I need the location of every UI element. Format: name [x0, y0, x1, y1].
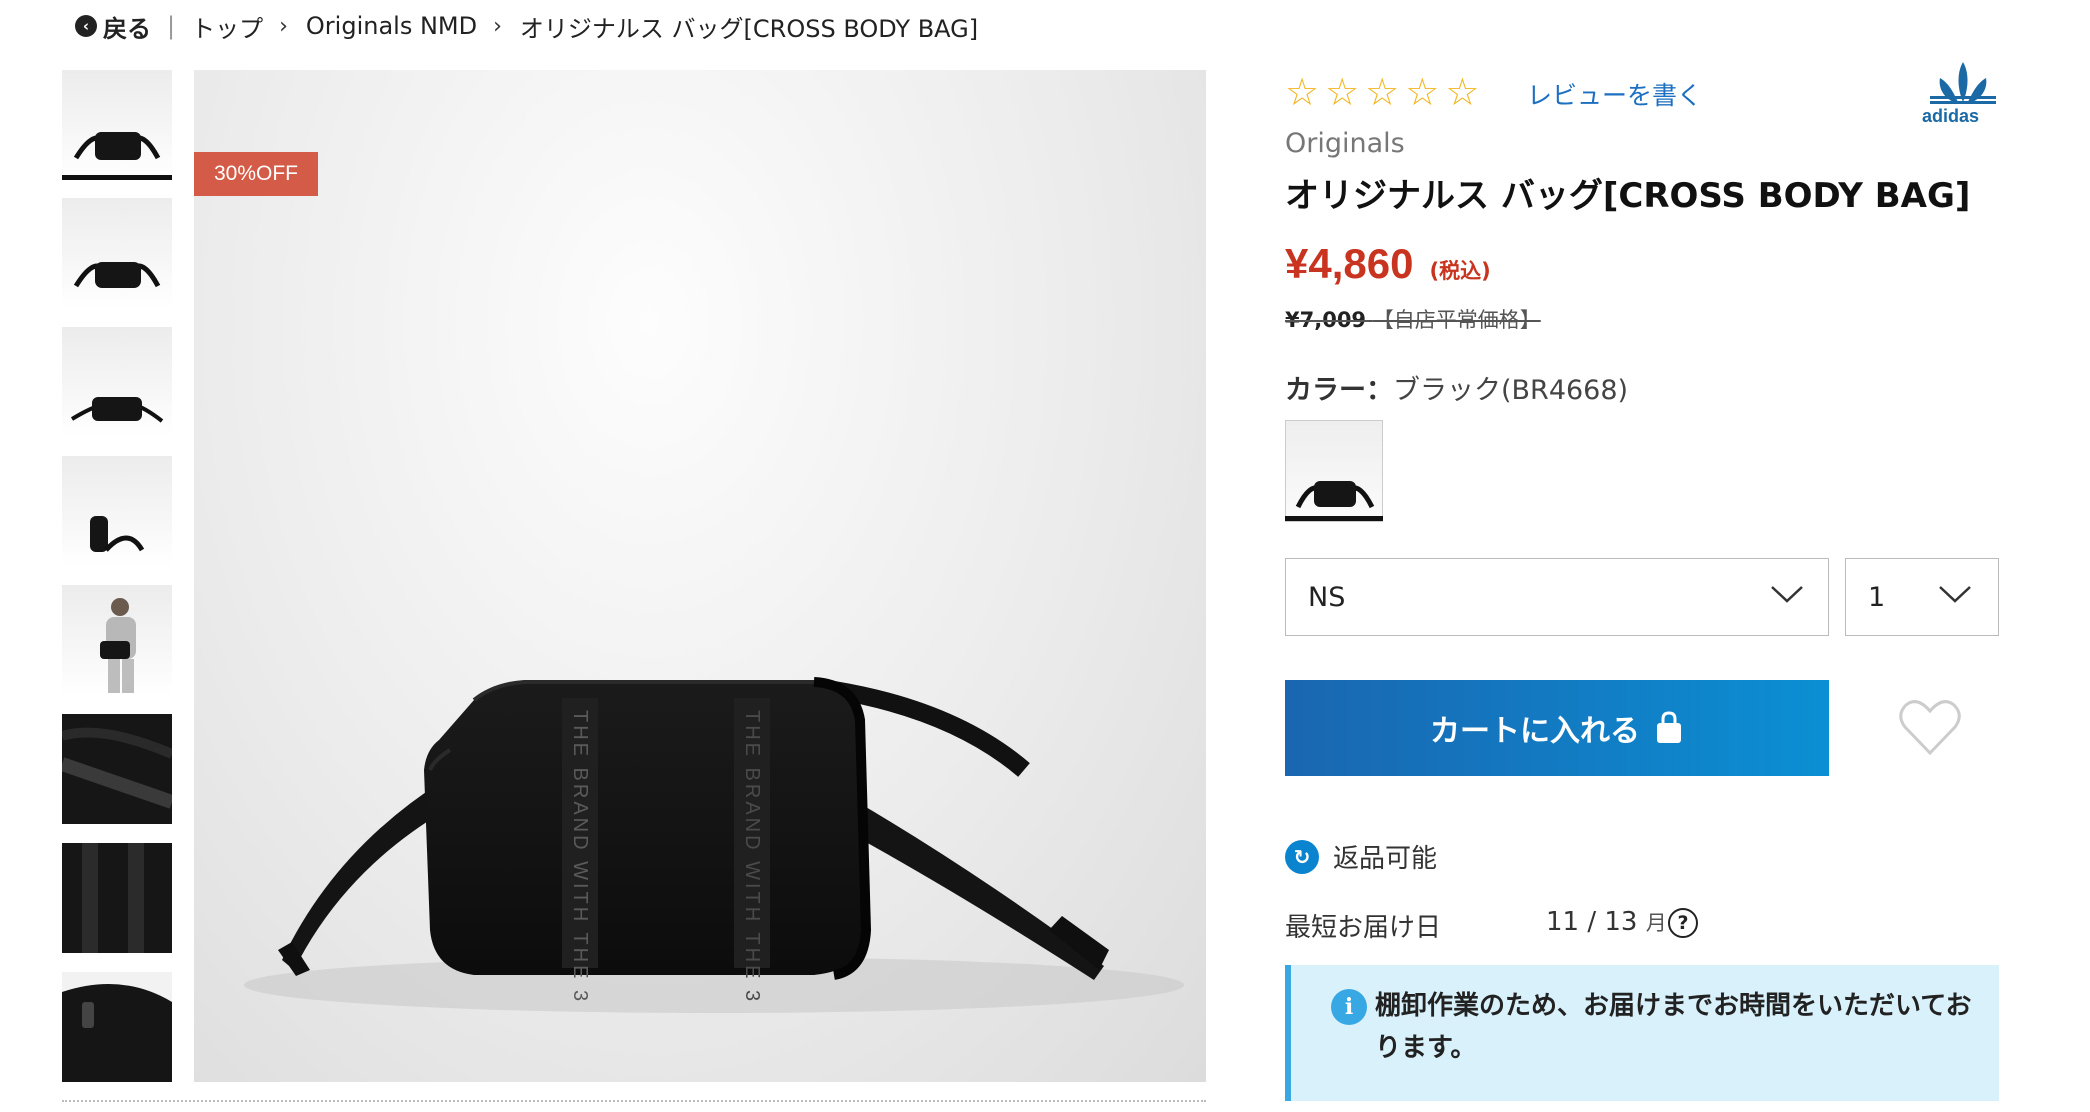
bag-back-image: [70, 397, 164, 423]
bag-illustration: THE BRAND WITH THE 3 THE BRAND WITH THE …: [244, 677, 1184, 1013]
info-icon: i: [1331, 989, 1367, 1025]
star-outline-icon[interactable]: ☆: [1285, 72, 1319, 112]
question-mark-icon[interactable]: ?: [1668, 908, 1698, 938]
thumbnail-5[interactable]: [62, 585, 172, 695]
strap-detail-image: [62, 727, 172, 809]
thumbnail-4[interactable]: [62, 456, 172, 566]
delivery-weekday: 月: [1645, 911, 1667, 935]
sale-price: ¥4,860: [1285, 240, 1414, 287]
original-price-note: 【自店平常価格】: [1372, 308, 1541, 332]
tax-note: (税込): [1429, 259, 1491, 283]
model-wearing-image: [100, 598, 136, 693]
color-value: ブラック(BR4668): [1393, 375, 1629, 406]
notice-text: 棚卸作業のため、お届けまでお時間をいただいております。: [1375, 991, 1972, 1063]
add-to-cart-label: カートに入れる: [1430, 714, 1640, 749]
back-arrow-icon[interactable]: ‹: [75, 15, 97, 37]
size-select-value: NS: [1308, 581, 1346, 613]
breadcrumb-divider: |: [167, 12, 176, 40]
delivery-date: 11 / 13 月: [1546, 907, 1667, 937]
write-review-link[interactable]: レビューを書く: [1527, 76, 1702, 112]
brand-name: adidas: [1922, 106, 1980, 126]
breadcrumb-item-category[interactable]: Originals NMD: [306, 12, 477, 40]
chevron-right-icon: ›: [279, 13, 288, 39]
chevron-down-icon: [1771, 586, 1803, 603]
breadcrumb-item-top[interactable]: トップ: [191, 9, 263, 44]
thumbnail-6[interactable]: [62, 714, 172, 824]
returns-label: 返品可能: [1333, 844, 1438, 874]
size-select[interactable]: NS: [1285, 558, 1829, 636]
original-price: ¥7,009: [1285, 308, 1367, 332]
color-info: カラー：ブラック(BR4668): [1285, 368, 1628, 407]
bag-angle-image: [73, 262, 161, 288]
swatch-bag-image: [1295, 481, 1375, 509]
zipper-detail-image: [62, 972, 172, 1082]
price-row: ¥4,860 (税込): [1285, 240, 1491, 288]
star-outline-icon[interactable]: ☆: [1405, 72, 1439, 112]
original-price-row: ¥7,009 【自店平常価格】: [1285, 304, 1541, 334]
color-swatch-black[interactable]: [1285, 420, 1383, 522]
heart-outline-icon[interactable]: [1898, 697, 1962, 757]
breadcrumb: ‹ 戻る | トップ › Originals NMD › オリジナルス バッグ[…: [75, 8, 978, 44]
back-link[interactable]: 戻る: [103, 9, 151, 44]
thumbnail-7[interactable]: [62, 843, 172, 953]
rating-stars[interactable]: ☆ ☆ ☆ ☆ ☆: [1285, 72, 1479, 112]
main-product-image[interactable]: THE BRAND WITH THE 3 THE BRAND WITH THE …: [194, 70, 1206, 1082]
discount-badge: 30%OFF: [194, 152, 318, 196]
delivery-date-value: 11 / 13: [1546, 907, 1638, 937]
thumbnail-8[interactable]: [62, 972, 172, 1082]
swatch-selected-indicator: [1285, 516, 1383, 521]
return-arrow-icon: ↻: [1285, 839, 1319, 874]
returns-info: ↻ 返品可能: [1285, 838, 1437, 875]
delivery-label: 最短お届け日: [1285, 913, 1442, 943]
inventory-notice: i 棚卸作業のため、お届けまでお時間をいただいております。: [1285, 965, 1999, 1101]
quantity-select-value: 1: [1868, 581, 1886, 613]
breadcrumb-item-current: オリジナルス バッグ[CROSS BODY BAG]: [519, 14, 979, 43]
thumbnail-2[interactable]: [62, 198, 172, 308]
chevron-right-icon: ›: [493, 13, 502, 39]
shopping-bag-lock-icon: [1657, 711, 1681, 743]
bag-side-image: [90, 516, 145, 552]
star-outline-icon[interactable]: ☆: [1445, 72, 1479, 112]
bag-print-text-right: THE BRAND WITH THE 3: [741, 710, 763, 1004]
thumbnail-1[interactable]: [62, 70, 172, 180]
quantity-select[interactable]: 1: [1845, 558, 1999, 636]
product-title: オリジナルス バッグ[CROSS BODY BAG]: [1285, 176, 1971, 216]
bag-front-image: [73, 132, 161, 160]
add-to-cart-button[interactable]: カートに入れる: [1285, 680, 1829, 776]
color-label: カラー：: [1285, 375, 1393, 406]
star-outline-icon[interactable]: ☆: [1365, 72, 1399, 112]
bag-print-text-left: THE BRAND WITH THE 3: [569, 710, 591, 1004]
thumbnail-3[interactable]: [62, 327, 172, 437]
chevron-down-icon: [1939, 586, 1971, 603]
product-category: Originals: [1285, 128, 1405, 159]
gallery-divider: [62, 1100, 1206, 1102]
star-outline-icon[interactable]: ☆: [1325, 72, 1359, 112]
print-detail-image: [82, 843, 144, 953]
